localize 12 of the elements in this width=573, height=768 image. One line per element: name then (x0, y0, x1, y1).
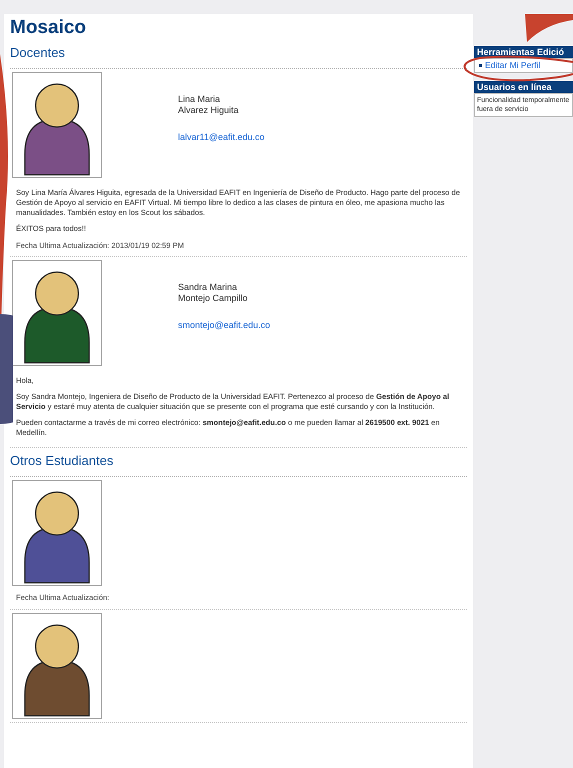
section-heading: Otros Estudiantes (10, 452, 467, 478)
person-name: Sandra Marina (178, 282, 238, 294)
panel-title: Herramientas Edició (474, 46, 573, 58)
panel-title: Usuarios en línea (474, 81, 573, 93)
page-title: Mosaico (10, 16, 88, 40)
email-link[interactable]: smontejo@eafit.edu.co (178, 320, 270, 332)
bullet-icon (479, 64, 482, 67)
person-name: Lina Maria (178, 94, 222, 105)
section-heading: Docentes (10, 44, 467, 69)
email-link[interactable]: lalvar11@eafit.edu.co (178, 132, 265, 143)
person-name: Alvarez Higuita (178, 105, 240, 116)
person-name: Montejo Campillo (178, 293, 249, 304)
